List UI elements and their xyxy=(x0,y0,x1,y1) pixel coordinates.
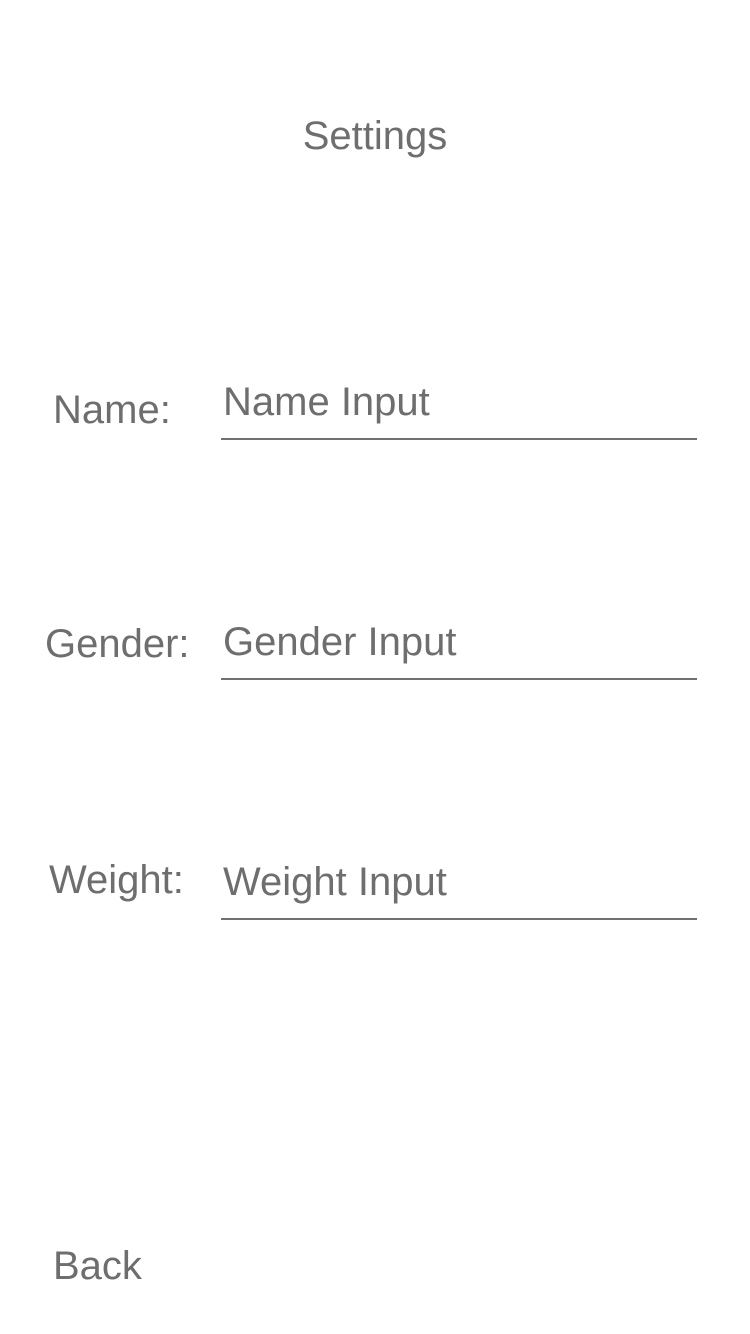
gender-input[interactable] xyxy=(221,616,697,680)
back-button[interactable]: Back xyxy=(53,1242,142,1290)
name-label: Name: xyxy=(53,388,171,432)
page-title: Settings xyxy=(302,114,448,158)
weight-input[interactable] xyxy=(221,856,697,920)
name-input[interactable] xyxy=(221,376,697,440)
weight-label: Weight: xyxy=(49,858,184,902)
gender-label: Gender: xyxy=(45,622,190,666)
